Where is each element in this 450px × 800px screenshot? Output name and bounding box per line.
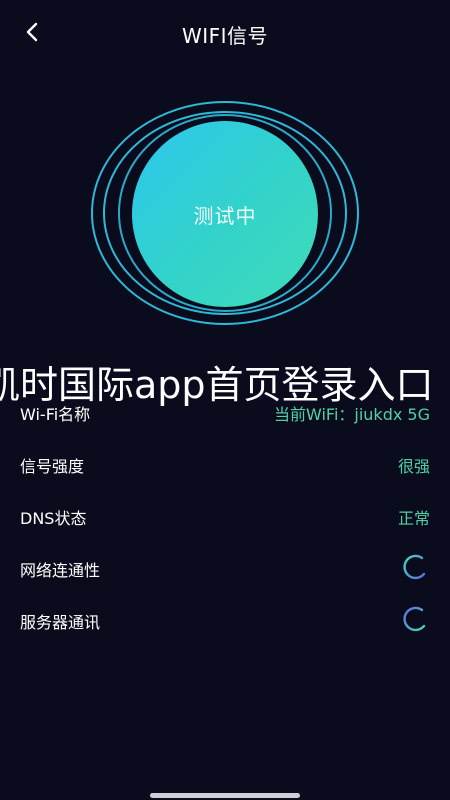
- page-title: WIFI信号: [181, 24, 269, 48]
- overlay-banner: 凯时国际app首页登录入口: [0, 358, 450, 418]
- loading-spinner-icon: [400, 604, 430, 634]
- status-bar: [0, 0, 450, 10]
- row-dns-status: DNS状态 正常: [0, 498, 450, 532]
- row-server-communication: 服务器通讯: [0, 602, 450, 636]
- row-signal-strength: 信号强度 很强: [0, 446, 450, 480]
- row-value: 正常: [397, 509, 430, 528]
- row-value: 很强: [397, 457, 430, 476]
- row-label: 服务器通讯: [20, 613, 101, 632]
- banner-text: 凯时国际app首页登录入口: [0, 363, 434, 407]
- row-network-connectivity: 网络连通性: [0, 550, 450, 584]
- home-indicator[interactable]: [150, 793, 300, 798]
- loading-spinner-icon: [400, 552, 430, 582]
- row-label: DNS状态: [20, 509, 87, 528]
- test-status-label: 测试中: [193, 203, 257, 228]
- row-label: 网络连通性: [20, 561, 101, 580]
- header: WIFI信号: [0, 10, 450, 54]
- start-test-button[interactable]: 测试中: [132, 121, 318, 307]
- signal-gauge: 测试中: [90, 100, 360, 326]
- row-label: 信号强度: [20, 457, 85, 476]
